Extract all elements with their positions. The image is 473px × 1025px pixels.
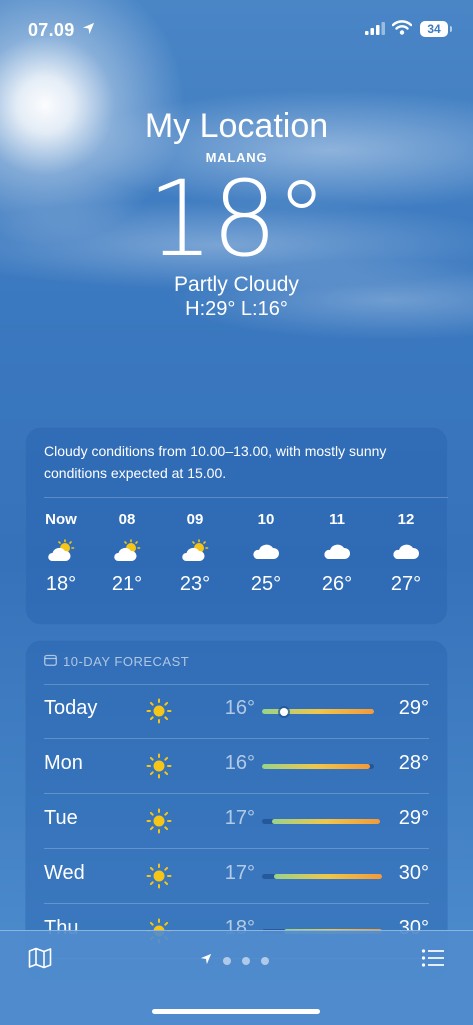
forecast-summary: Cloudy conditions from 10.00–13.00, with…	[44, 443, 387, 481]
hour-temperature: 27°	[390, 573, 422, 595]
list-icon[interactable]	[421, 948, 445, 973]
temperature-range-fill	[262, 709, 374, 714]
forecast-high: 30°	[398, 862, 429, 884]
temperature-range-fill	[262, 764, 370, 769]
ten-day-forecast-card[interactable]: 10-DAY FORECAST Today 16° 29° Mon 16° 28° Tue 1…	[25, 640, 448, 980]
status-time: 07.09	[28, 20, 75, 40]
hour-label: 10	[257, 511, 275, 528]
hour-temperature: 23°	[179, 573, 211, 595]
forecast-low: 16°	[224, 697, 255, 719]
hour-item[interactable]: 09 23°	[165, 511, 225, 596]
cellular-signal-icon	[365, 22, 385, 40]
hour-item[interactable]: 10 25°	[236, 511, 296, 596]
home-indicator	[152, 1009, 320, 1014]
partly-cloudy-icon	[165, 531, 225, 571]
partly-cloudy-icon	[97, 531, 157, 571]
forecast-high: 28°	[398, 752, 429, 774]
hourly-forecast-card[interactable]: Cloudy conditions from 10.00–13.00, with…	[25, 427, 448, 625]
forecast-row[interactable]: Wed 17° 30°	[25, 849, 448, 904]
temperature-range-fill	[272, 819, 380, 824]
forecast-day: Wed	[44, 862, 85, 884]
calendar-icon	[44, 654, 57, 669]
forecast-high: 29°	[398, 807, 429, 829]
hour-item[interactable]: 11 26°	[307, 511, 367, 596]
hour-label: 12	[397, 511, 415, 528]
hour-item[interactable]: 08 21°	[97, 511, 157, 596]
location-title: My Location	[144, 107, 329, 145]
bottom-toolbar	[0, 930, 473, 1025]
hour-temperature: 25°	[250, 573, 282, 595]
location-arrow-icon	[82, 22, 95, 40]
hour-label: 08	[118, 511, 136, 528]
cloud-icon	[236, 531, 296, 571]
sun-icon	[146, 863, 172, 894]
forecast-row[interactable]: Today 16° 29°	[25, 684, 448, 739]
temperature-range-bar	[262, 707, 374, 716]
forecast-row[interactable]: Tue 17° 29°	[25, 794, 448, 849]
cloud-icon	[307, 531, 367, 571]
forecast-low: 16°	[224, 752, 255, 774]
hour-label: 09	[186, 511, 204, 528]
temperature-range-bar	[262, 819, 380, 824]
forecast-low: 17°	[224, 807, 255, 829]
forecast-day: Tue	[44, 807, 78, 829]
high-low-temperature: H:29° L:16°	[185, 298, 288, 320]
temperature-range-bar	[262, 874, 382, 879]
forecast-day: Mon	[44, 752, 83, 774]
page-dot	[261, 957, 269, 965]
weather-header: My Location MALANG 18° Partly Cloudy H:2…	[0, 106, 473, 321]
ten-day-title: 10-DAY FORECAST	[63, 654, 190, 669]
forecast-high: 29°	[398, 697, 429, 719]
page-indicator[interactable]	[200, 952, 269, 970]
forecast-day: Today	[44, 697, 98, 719]
wifi-icon	[391, 20, 413, 40]
current-temperature: 18°	[147, 158, 327, 280]
hour-item[interactable]: 12 27°	[376, 511, 436, 596]
hour-item[interactable]: Now 18°	[31, 511, 91, 596]
cloud-icon	[376, 531, 436, 571]
ten-day-header: 10-DAY FORECAST	[44, 654, 189, 669]
hour-label: Now	[45, 511, 77, 528]
forecast-low: 17°	[224, 862, 255, 884]
hour-temperature: 26°	[321, 573, 353, 595]
divider	[44, 497, 448, 498]
hour-temperature: 21°	[111, 573, 143, 595]
map-icon[interactable]	[28, 947, 52, 974]
temperature-range-bar	[262, 764, 374, 769]
current-temperature-dot	[280, 707, 289, 716]
current-condition: Partly Cloudy	[174, 273, 299, 296]
hour-label: 11	[329, 511, 345, 528]
battery-indicator: 34	[420, 21, 452, 37]
sun-icon	[146, 753, 172, 784]
forecast-row[interactable]: Mon 16° 28°	[25, 739, 448, 794]
partly-cloudy-icon	[31, 531, 91, 571]
page-dot	[223, 957, 231, 965]
hour-temperature: 18°	[45, 573, 77, 595]
page-dot	[242, 957, 250, 965]
sun-icon	[146, 698, 172, 729]
temperature-range-fill	[274, 874, 382, 879]
sun-icon	[146, 808, 172, 839]
location-arrow-icon	[200, 952, 212, 970]
status-bar: 07.09 34	[0, 0, 473, 52]
